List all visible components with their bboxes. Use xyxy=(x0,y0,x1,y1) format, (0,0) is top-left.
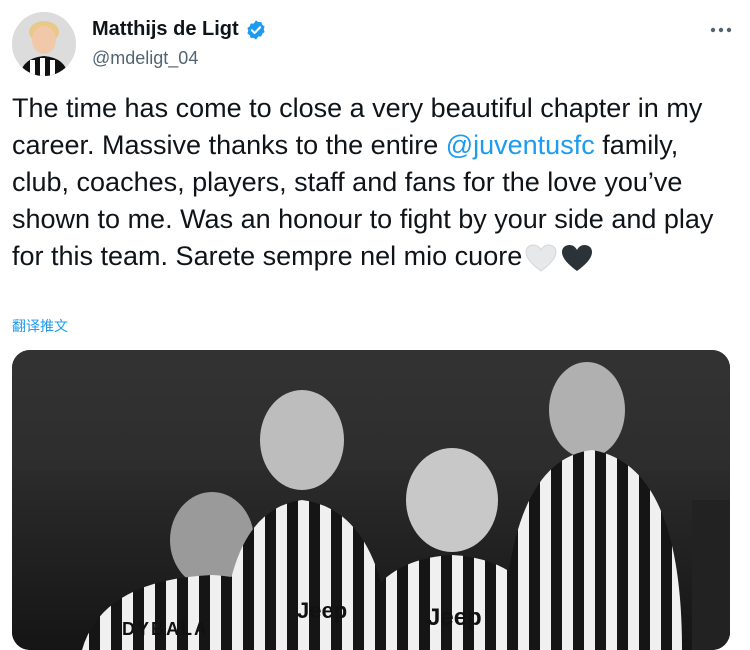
jersey-text-jeep-1: Jeep xyxy=(297,598,347,623)
user-handle[interactable]: @mdeligt_04 xyxy=(92,48,198,69)
white-heart-icon xyxy=(524,243,558,273)
tweet-media-image[interactable]: DYBALA Jeep Jeep xyxy=(12,350,730,650)
verified-badge-icon xyxy=(245,19,267,41)
translate-tweet-link[interactable]: 翻译推文 xyxy=(12,316,68,336)
tweet-text: The time has come to close a very beauti… xyxy=(12,90,732,275)
tweet-header: Matthijs de Ligt @mdeligt_04 xyxy=(12,12,738,76)
more-horizontal-icon[interactable] xyxy=(704,18,738,42)
jersey-text-jeep-2: Jeep xyxy=(427,604,482,631)
mention-link[interactable]: @juventusfc xyxy=(446,130,595,160)
avatar[interactable] xyxy=(12,12,76,76)
jersey-text-dybala: DYBALA xyxy=(122,619,209,639)
black-heart-icon xyxy=(560,243,594,273)
display-name[interactable]: Matthijs de Ligt xyxy=(92,18,239,41)
